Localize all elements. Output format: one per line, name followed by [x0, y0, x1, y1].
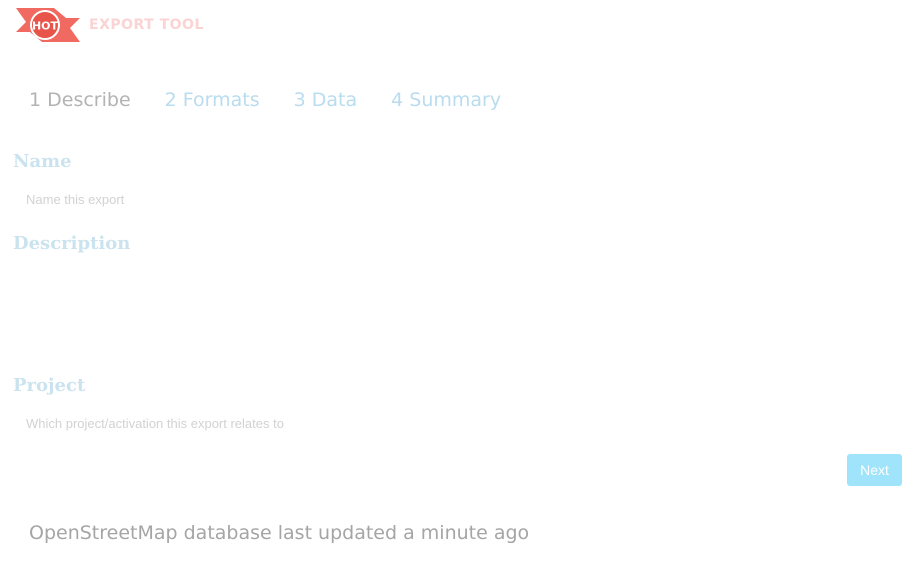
database-status-text: OpenStreetMap database last updated a mi…: [29, 522, 530, 544]
name-input[interactable]: [13, 183, 893, 215]
next-button[interactable]: Next: [847, 454, 902, 486]
hot-logo-icon[interactable]: HOT: [14, 4, 80, 46]
step-data[interactable]: 3 Data: [294, 89, 358, 111]
brand-title: EXPORT TOOL: [89, 17, 204, 33]
app-header: HOT EXPORT TOOL: [14, 3, 204, 47]
step-formats[interactable]: 2 Formats: [165, 89, 260, 111]
export-tool-page: HOT EXPORT TOOL 1 Describe 2 Formats 3 D…: [0, 0, 919, 586]
step-describe[interactable]: 1 Describe: [29, 89, 131, 111]
name-label: Name: [13, 151, 72, 172]
logo-text: HOT: [32, 20, 59, 33]
step-summary[interactable]: 4 Summary: [391, 89, 501, 111]
description-label: Description: [13, 233, 131, 254]
project-label: Project: [13, 375, 86, 396]
project-input[interactable]: [13, 407, 893, 439]
wizard-steps: 1 Describe 2 Formats 3 Data 4 Summary: [29, 89, 535, 111]
description-textarea[interactable]: [13, 262, 893, 360]
